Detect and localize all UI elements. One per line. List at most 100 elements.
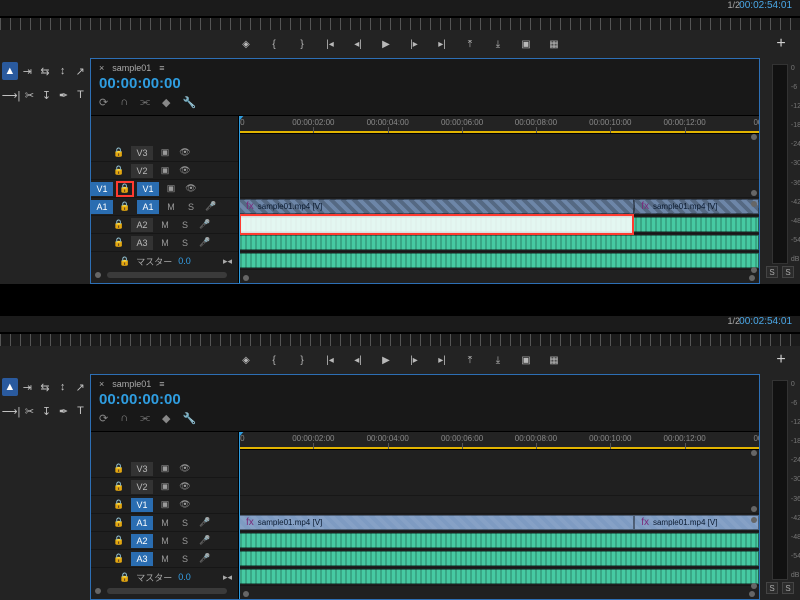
text-tool[interactable]: T — [73, 402, 88, 420]
master-db[interactable]: 0.0 — [178, 572, 191, 582]
close-seq-icon[interactable]: × — [99, 63, 104, 73]
lane-a2[interactable] — [239, 234, 759, 252]
play-icon[interactable]: ▶ — [379, 355, 393, 366]
clip-video[interactable]: fx sample01.mp4 [V] — [239, 199, 634, 214]
lane-a3[interactable] — [239, 252, 759, 270]
solo-icon[interactable]: S — [177, 516, 193, 530]
track-a2[interactable]: 🔒 A2 M S 🎤 — [91, 216, 238, 234]
lane-v2[interactable] — [239, 496, 759, 514]
toggle-output-icon[interactable]: ▣ — [157, 146, 173, 160]
step-back-icon[interactable]: ◂| — [351, 39, 365, 50]
track-a3[interactable]: 🔒 A3 M S 🎤 — [91, 234, 238, 252]
shield-icon[interactable]: ◈ — [239, 39, 253, 50]
master-db[interactable]: 0.0 — [178, 256, 191, 266]
eye-icon[interactable]: 👁 — [177, 480, 193, 494]
lane-a1[interactable] — [239, 216, 759, 234]
marker-icon[interactable]: ◆ — [162, 96, 170, 109]
eye-icon[interactable]: 👁 — [177, 164, 193, 178]
lane-v3[interactable] — [239, 478, 759, 496]
add-button[interactable]: + — [774, 351, 788, 369]
mute-icon[interactable]: M — [157, 552, 173, 566]
pen-tool[interactable]: ✒ — [56, 86, 71, 104]
eye-icon[interactable]: 👁 — [177, 498, 193, 512]
timecode[interactable]: 00:00:00:00 — [99, 391, 751, 408]
jump-start-icon[interactable]: |◂ — [323, 355, 337, 366]
clip-video[interactable]: fx sample01.mp4 [V] — [634, 515, 759, 530]
lock-icon[interactable]: 🔒 — [119, 256, 130, 267]
track-label[interactable]: V3 — [131, 146, 153, 160]
track-label[interactable]: V1 — [137, 182, 159, 196]
toggle-output-icon[interactable]: ▣ — [163, 182, 179, 196]
track-label[interactable]: A1 — [131, 516, 153, 530]
brace-open-icon[interactable]: { — [267, 39, 281, 50]
track-label[interactable]: V2 — [131, 164, 153, 178]
track-v3[interactable]: 🔒 V3 ▣ 👁 — [91, 144, 238, 162]
ruler-top[interactable] — [0, 334, 800, 346]
extract-icon[interactable]: ⤓ — [491, 355, 505, 366]
close-seq-icon[interactable]: × — [99, 379, 104, 389]
rate-tool[interactable]: ↗ — [72, 378, 88, 396]
clip-audio[interactable] — [239, 217, 759, 232]
mute-icon[interactable]: M — [157, 218, 173, 232]
toggle-output-icon[interactable]: ▣ — [157, 480, 173, 494]
step-fwd-icon[interactable]: |▸ — [407, 39, 421, 50]
track-v3[interactable]: 🔒 V3 ▣ 👁 — [91, 460, 238, 478]
rate-tool[interactable]: ↗ — [72, 62, 88, 80]
sync-icon[interactable]: ⟳ — [99, 412, 108, 425]
play-icon[interactable]: ▶ — [379, 39, 393, 50]
timeline-area[interactable]: :0000:00:02:0000:00:04:0000:00:06:0000:0… — [239, 116, 759, 283]
scroll-y[interactable] — [751, 134, 757, 273]
solo-r[interactable]: S — [782, 266, 794, 278]
lock-icon[interactable]: 🔒 — [111, 480, 127, 494]
razor-tool[interactable]: ✂ — [22, 402, 37, 420]
track-label[interactable]: A1 — [137, 200, 159, 214]
lock-icon[interactable]: 🔒 — [111, 498, 127, 512]
magnet-icon[interactable]: ∩ — [120, 412, 128, 425]
lane-a3[interactable] — [239, 568, 759, 586]
track-label[interactable]: A2 — [131, 534, 153, 548]
clip-audio[interactable] — [239, 235, 759, 250]
header-zoom[interactable] — [91, 586, 238, 596]
lock-icon[interactable]: 🔒 — [111, 236, 127, 250]
mute-icon[interactable]: M — [163, 200, 179, 214]
timeline-area[interactable]: :0000:00:02:0000:00:04:0000:00:06:0000:0… — [239, 432, 759, 599]
solo-l[interactable]: S — [766, 266, 778, 278]
marker-icon[interactable]: ◆ — [162, 412, 170, 425]
track-label[interactable]: V3 — [131, 462, 153, 476]
ruler-top[interactable] — [0, 18, 800, 30]
clip-audio[interactable] — [239, 569, 759, 584]
jump-start-icon[interactable]: |◂ — [323, 39, 337, 50]
rolling-tool[interactable]: ↕ — [55, 378, 71, 396]
linked-tool[interactable]: ⟶| — [2, 86, 20, 104]
lock-icon[interactable]: 🔒 — [111, 534, 127, 548]
brace-close-icon[interactable]: } — [295, 39, 309, 50]
lane-v3[interactable] — [239, 162, 759, 180]
ripple-tool[interactable]: ⇆ — [37, 378, 53, 396]
brace-open-icon[interactable]: { — [267, 355, 281, 366]
step-fwd-icon[interactable]: |▸ — [407, 355, 421, 366]
track-label[interactable]: A3 — [131, 236, 153, 250]
time-ruler[interactable]: :0000:00:02:0000:00:04:0000:00:06:0000:0… — [239, 116, 759, 134]
voice-icon[interactable]: 🎤 — [203, 200, 219, 214]
header-zoom[interactable] — [91, 270, 238, 280]
clip-audio[interactable] — [239, 533, 759, 548]
lift-icon[interactable]: ⤒ — [463, 39, 477, 50]
toggle-output-icon[interactable]: ▣ — [157, 164, 173, 178]
selection-tool[interactable]: ▲ — [2, 62, 18, 80]
timecode[interactable]: 00:00:00:00 — [99, 75, 751, 92]
sequence-tab[interactable]: sample01 — [112, 63, 151, 73]
master-row[interactable]: 🔒 マスター 0.0 ▸◂ — [91, 252, 238, 270]
solo-icon[interactable]: S — [183, 200, 199, 214]
lane-v1[interactable]: fx sample01.mp4 [V] fx sample01.mp4 [V] — [239, 514, 759, 532]
shield-icon[interactable]: ◈ — [239, 355, 253, 366]
expand-icon[interactable]: ▸◂ — [223, 572, 232, 583]
clip-video[interactable]: fx sample01.mp4 [V] — [239, 515, 634, 530]
clip-audio[interactable] — [239, 551, 759, 566]
track-fwd-tool[interactable]: ⇥ — [20, 378, 36, 396]
track-label[interactable]: V1 — [131, 498, 153, 512]
voice-icon[interactable]: 🎤 — [197, 236, 213, 250]
ripple-tool[interactable]: ⇆ — [37, 62, 53, 80]
lock-icon[interactable]: 🔒 — [111, 462, 127, 476]
jump-end-icon[interactable]: ▸| — [435, 355, 449, 366]
wrench-icon[interactable]: 🔧 — [183, 412, 197, 425]
